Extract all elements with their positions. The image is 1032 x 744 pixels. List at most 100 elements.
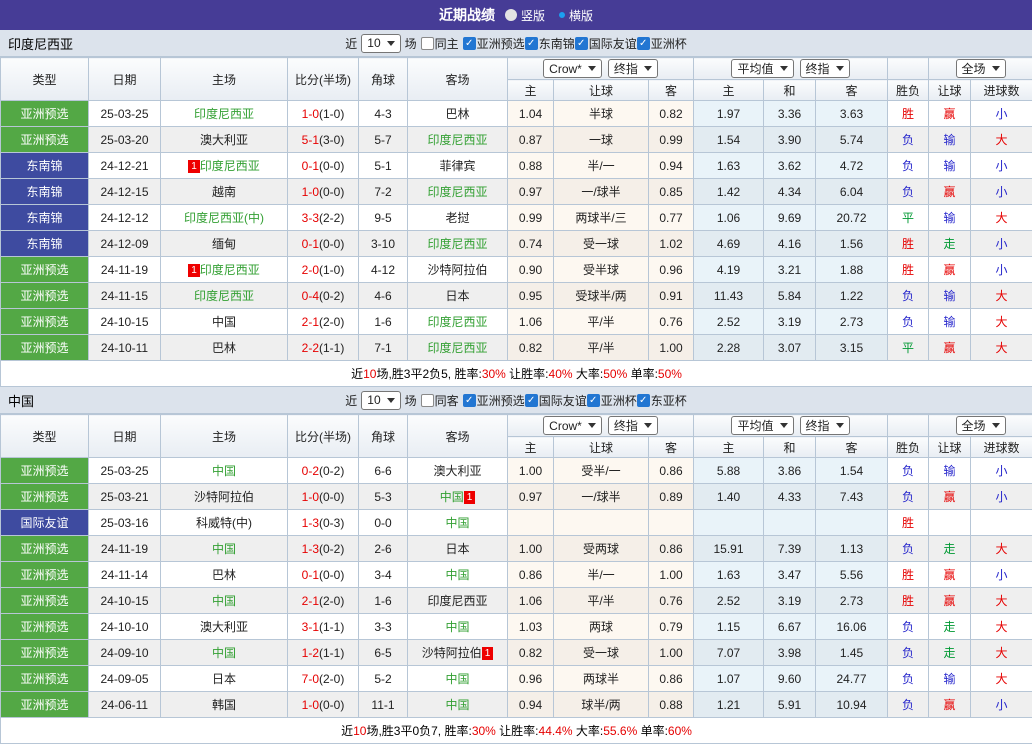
filter-checkbox[interactable]: ✓亚洲预选 xyxy=(463,392,525,409)
bookmaker-select[interactable]: Crow* xyxy=(543,416,602,435)
results-body: 亚洲预选25-03-25中国0-2(0-2)6-6澳大利亚1.00受半/一0.8… xyxy=(1,458,1032,718)
odds-win-header: 主 xyxy=(694,80,764,101)
handicap-line: 半/一 xyxy=(554,153,649,179)
summary-segment: 让胜率: xyxy=(496,724,539,738)
home-team: 中国 xyxy=(161,458,288,484)
match-date: 24-12-12 xyxy=(89,205,161,231)
result-cell: 胜 xyxy=(888,101,929,127)
horizontal-layout-radio[interactable]: 横版 xyxy=(559,7,593,24)
competition-type-badge: 东南锦 xyxy=(1,179,89,205)
goals-result-cell: 小 xyxy=(971,179,1032,205)
same-venue-checkbox[interactable]: 同主 xyxy=(421,35,459,52)
red-card-badge: 1 xyxy=(188,160,200,173)
lose-odds: 1.45 xyxy=(816,640,888,666)
match-date: 25-03-25 xyxy=(89,458,161,484)
lose-odds: 20.72 xyxy=(816,205,888,231)
average-odds-select[interactable]: 平均值 xyxy=(731,416,793,435)
handicap-line: 两球 xyxy=(554,614,649,640)
goals-result-cell: 大 xyxy=(971,335,1032,361)
away-team: 巴林 xyxy=(408,101,508,127)
goals-header: 进球数 xyxy=(971,80,1032,101)
handicap-home-odds: 0.90 xyxy=(508,257,554,283)
filter-checkbox[interactable]: ✓东南锦 xyxy=(525,35,575,52)
lose-odds: 1.56 xyxy=(816,231,888,257)
result-cell: 负 xyxy=(888,484,929,510)
checkbox-checked-icon: ✓ xyxy=(525,394,538,407)
same-venue-checkbox[interactable]: 同客 xyxy=(421,392,459,409)
corner-count: 5-3 xyxy=(359,484,408,510)
corner-count: 0-0 xyxy=(359,510,408,536)
corner-count: 4-6 xyxy=(359,283,408,309)
red-card-badge: 1 xyxy=(188,264,200,277)
average-odds-select[interactable]: 平均值 xyxy=(731,59,793,78)
competition-filters: ✓亚洲预选✓东南锦✓国际友谊✓亚洲杯 xyxy=(463,35,687,52)
result-cell: 负 xyxy=(888,536,929,562)
match-date: 25-03-16 xyxy=(89,510,161,536)
match-date: 24-10-10 xyxy=(89,614,161,640)
final-odds-select-2[interactable]: 终指 xyxy=(800,416,850,435)
home-team: 中国 xyxy=(161,588,288,614)
match-date: 25-03-21 xyxy=(89,484,161,510)
handicap-line-header: 让球 xyxy=(554,437,649,458)
win-odds: 2.52 xyxy=(694,588,764,614)
checkbox-unchecked-icon xyxy=(421,394,434,407)
scope-select[interactable]: 全场 xyxy=(956,416,1006,435)
score-cell: 2-0(1-0) xyxy=(288,257,359,283)
filter-label: 国际友谊 xyxy=(539,392,587,409)
handicap-away-odds: 1.00 xyxy=(649,640,694,666)
draw-odds: 3.19 xyxy=(764,309,816,335)
summary-segment: 近 xyxy=(351,367,363,381)
lose-odds: 1.22 xyxy=(816,283,888,309)
filter-checkbox[interactable]: ✓国际友谊 xyxy=(575,35,637,52)
corner-count: 7-2 xyxy=(359,179,408,205)
filter-checkbox[interactable]: ✓东亚杯 xyxy=(637,392,687,409)
filter-checkbox[interactable]: ✓亚洲预选 xyxy=(463,35,525,52)
checkbox-checked-icon: ✓ xyxy=(463,394,476,407)
match-date: 24-12-21 xyxy=(89,153,161,179)
corner-count: 9-5 xyxy=(359,205,408,231)
vertical-layout-radio[interactable]: 竖版 xyxy=(505,7,545,24)
score-cell: 0-2(0-2) xyxy=(288,458,359,484)
matches-label: 场 xyxy=(405,35,417,52)
final-odds-select[interactable]: 终指 xyxy=(608,416,658,435)
away-team: 印度尼西亚 xyxy=(408,179,508,205)
handicap-home-odds: 1.00 xyxy=(508,458,554,484)
corner-count: 2-6 xyxy=(359,536,408,562)
team-name: 印度尼西亚 xyxy=(8,34,73,53)
home-team: 中国 xyxy=(161,309,288,335)
handicap-away-odds: 0.79 xyxy=(649,614,694,640)
recent-count-select[interactable]: 10 xyxy=(361,34,400,53)
result-header: 胜负 xyxy=(888,80,929,101)
win-odds: 2.52 xyxy=(694,309,764,335)
handicap-home-odds: 1.06 xyxy=(508,588,554,614)
competition-type-badge: 亚洲预选 xyxy=(1,640,89,666)
final-odds-select-2[interactable]: 终指 xyxy=(800,59,850,78)
handicap-line: 一/球半 xyxy=(554,484,649,510)
draw-odds: 4.33 xyxy=(764,484,816,510)
recent-count-select[interactable]: 10 xyxy=(361,391,400,410)
match-row: 亚洲预选25-03-25中国0-2(0-2)6-6澳大利亚1.00受半/一0.8… xyxy=(1,458,1032,484)
final-odds-select[interactable]: 终指 xyxy=(608,59,658,78)
bookmaker-select[interactable]: Crow* xyxy=(543,59,602,78)
scope-select[interactable]: 全场 xyxy=(956,59,1006,78)
win-odds: 1.54 xyxy=(694,127,764,153)
match-row: 亚洲预选24-09-05日本7-0(2-0)5-2中国0.96两球半0.861.… xyxy=(1,666,1032,692)
filter-checkbox[interactable]: ✓亚洲杯 xyxy=(637,35,687,52)
goals-result-cell: 小 xyxy=(971,458,1032,484)
win-odds: 1.63 xyxy=(694,562,764,588)
handicap-home-odds: 1.03 xyxy=(508,614,554,640)
home-team: 韩国 xyxy=(161,692,288,718)
chevron-down-icon xyxy=(387,41,395,50)
handicap-home-odds: 0.95 xyxy=(508,283,554,309)
match-row: 亚洲预选24-10-15中国2-1(2-0)1-6印度尼西亚1.06平/半0.7… xyxy=(1,309,1032,335)
handicap-home-header: 主 xyxy=(508,80,554,101)
goals-result-cell: 大 xyxy=(971,127,1032,153)
handicap-home-odds: 0.82 xyxy=(508,335,554,361)
filter-checkbox[interactable]: ✓亚洲杯 xyxy=(587,392,637,409)
handicap-away-header: 客 xyxy=(649,437,694,458)
filter-checkbox[interactable]: ✓国际友谊 xyxy=(525,392,587,409)
score-cell: 1-0(0-0) xyxy=(288,692,359,718)
handicap-line: 球半/两 xyxy=(554,692,649,718)
summary-segment: 44.4% xyxy=(539,724,573,738)
match-row: 东南锦24-12-211印度尼西亚0-1(0-0)5-1菲律宾0.88半/一0.… xyxy=(1,153,1032,179)
